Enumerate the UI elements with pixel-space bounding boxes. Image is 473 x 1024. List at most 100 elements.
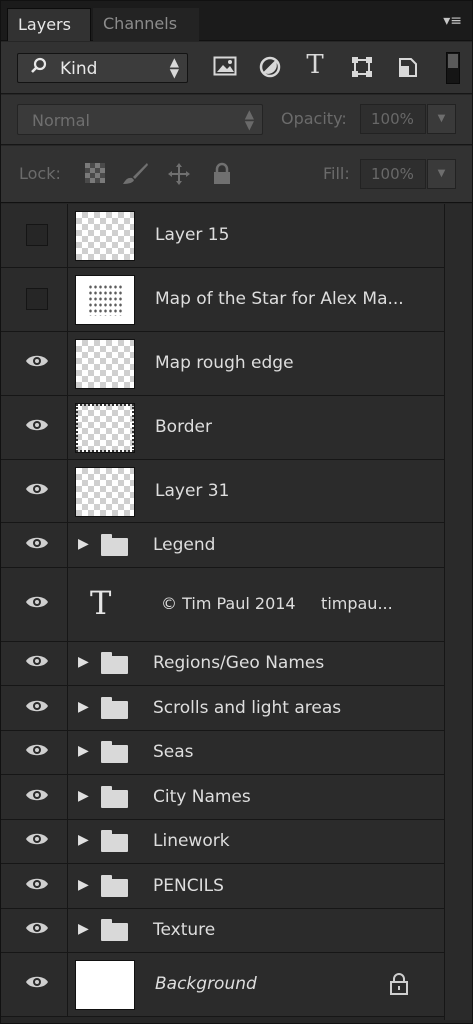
layer-thumbnail xyxy=(75,960,135,1010)
eye-icon xyxy=(25,919,49,941)
search-icon xyxy=(30,57,48,80)
group-name[interactable]: PENCILS xyxy=(153,876,224,896)
layer-name[interactable]: Background xyxy=(155,974,257,994)
layer-thumbnail xyxy=(75,211,135,261)
group-name[interactable]: Regions/Geo Names xyxy=(153,653,324,673)
visibility-toggle[interactable] xyxy=(1,460,68,522)
eye-icon xyxy=(25,534,49,556)
tab-channels[interactable]: Channels xyxy=(93,8,199,41)
expand-arrow-icon[interactable]: ▶ xyxy=(78,743,89,759)
expand-arrow-icon[interactable]: ▶ xyxy=(78,788,89,804)
layer-row[interactable]: Map rough edge xyxy=(1,332,444,396)
layer-name[interactable]: Layer 15 xyxy=(155,225,229,245)
tab-layers[interactable]: Layers xyxy=(7,8,91,41)
visibility-toggle[interactable] xyxy=(1,953,68,1016)
kind-filter-select[interactable]: Kind ▲ ▼ xyxy=(17,53,188,83)
layer-row[interactable]: Map of the Star for Alex Ma... xyxy=(1,268,444,332)
expand-arrow-icon[interactable]: ▶ xyxy=(78,654,89,670)
layer-row[interactable]: ▶ City Names xyxy=(1,775,444,820)
layer-name[interactable]: Map of the Star for Alex Ma... xyxy=(155,289,404,309)
group-name[interactable]: Linework xyxy=(153,831,230,851)
lock-position-move-icon[interactable] xyxy=(167,162,191,191)
lock-icon xyxy=(389,973,409,1000)
layer-row[interactable]: Layer 15 xyxy=(1,204,444,268)
visibility-toggle[interactable] xyxy=(1,568,68,641)
expand-arrow-icon[interactable]: ▶ xyxy=(78,921,89,937)
filter-toggle-switch[interactable] xyxy=(446,52,460,84)
lock-all-icon[interactable] xyxy=(212,162,232,191)
hidden-visibility-box xyxy=(26,224,48,246)
group-name[interactable]: Seas xyxy=(153,742,194,762)
group-name[interactable]: Legend xyxy=(153,535,215,555)
group-name[interactable]: Scrolls and light areas xyxy=(153,698,341,718)
expand-arrow-icon[interactable]: ▶ xyxy=(78,832,89,848)
layer-name[interactable]: Layer 31 xyxy=(155,481,229,501)
group-name[interactable]: Texture xyxy=(153,920,215,940)
layer-row[interactable]: ▶ Legend xyxy=(1,523,444,568)
expand-arrow-icon[interactable]: ▶ xyxy=(78,536,89,552)
fill-dropdown-button[interactable]: ▼ xyxy=(427,159,456,189)
layer-name[interactable]: Map rough edge xyxy=(155,353,294,373)
folder-icon xyxy=(101,741,128,763)
layer-row[interactable]: ▶ Scrolls and light areas xyxy=(1,686,444,731)
expand-arrow-icon[interactable]: ▶ xyxy=(78,699,89,715)
group-name[interactable]: City Names xyxy=(153,787,251,807)
eye-icon xyxy=(25,593,49,615)
visibility-toggle[interactable] xyxy=(1,523,68,567)
visibility-toggle[interactable] xyxy=(1,820,68,863)
visibility-toggle[interactable] xyxy=(1,731,68,774)
visibility-toggle[interactable] xyxy=(1,775,68,819)
layer-name[interactable]: © Tim Paul 2014 timpau... xyxy=(161,594,393,613)
expand-arrow-icon[interactable]: ▶ xyxy=(78,877,89,893)
lock-transparent-pixels-icon[interactable] xyxy=(84,162,106,189)
eye-icon xyxy=(25,830,49,852)
updown-arrow-icon: ▲ ▼ xyxy=(169,55,179,80)
tab-bar: Layers Channels ▾≡ xyxy=(1,1,472,41)
visibility-toggle[interactable] xyxy=(1,332,68,395)
folder-icon xyxy=(101,652,128,674)
eye-icon xyxy=(25,416,49,438)
visibility-toggle[interactable] xyxy=(1,909,68,952)
thumbnail-speckle xyxy=(88,284,122,316)
layer-thumbnail xyxy=(75,466,135,517)
layer-row[interactable]: ▶ Linework xyxy=(1,820,444,864)
visibility-toggle[interactable] xyxy=(1,686,68,730)
layers-scrollbar[interactable] xyxy=(444,204,472,1020)
panel-menu-icon[interactable]: ▾≡ xyxy=(443,13,462,29)
lock-bar: Lock: Fill: 100% ▼ xyxy=(1,146,472,203)
visibility-toggle[interactable] xyxy=(1,396,68,459)
layer-row[interactable]: Border xyxy=(1,396,444,460)
fill-label: Fill: xyxy=(323,164,350,183)
type-filter-icon[interactable]: T xyxy=(302,50,328,80)
visibility-toggle[interactable] xyxy=(1,204,68,267)
shape-filter-icon[interactable] xyxy=(349,55,375,81)
blend-mode-select[interactable]: Normal ▲ ▼ xyxy=(17,104,263,135)
layer-thumbnail xyxy=(75,339,135,389)
layer-thumbnail xyxy=(75,403,135,453)
eye-icon xyxy=(25,352,49,374)
fill-input[interactable]: 100% xyxy=(360,159,426,189)
smart-object-filter-icon[interactable] xyxy=(395,55,421,81)
lock-image-pixels-brush-icon[interactable] xyxy=(121,162,149,191)
layer-row[interactable]: ▶ PENCILS xyxy=(1,864,444,909)
layer-row[interactable]: ▶ Regions/Geo Names xyxy=(1,642,444,686)
visibility-toggle[interactable] xyxy=(1,268,68,331)
visibility-toggle[interactable] xyxy=(1,864,68,908)
adjustment-filter-icon[interactable] xyxy=(257,55,283,81)
layer-row[interactable]: Layer 31 xyxy=(1,460,444,523)
opacity-dropdown-button[interactable]: ▼ xyxy=(427,104,456,134)
opacity-input[interactable]: 100% xyxy=(360,104,426,134)
layer-row[interactable]: T © Tim Paul 2014 timpau... xyxy=(1,568,444,642)
layer-row[interactable]: Background xyxy=(1,953,444,1017)
blend-mode-label: Normal xyxy=(32,111,90,130)
layer-name[interactable]: Border xyxy=(155,417,212,437)
layer-row[interactable]: ▶ Texture xyxy=(1,909,444,953)
folder-icon xyxy=(101,830,128,852)
layer-row[interactable]: ▶ Seas xyxy=(1,731,444,775)
filter-toggle-knob xyxy=(448,54,458,68)
text-layer-icon: T xyxy=(90,584,112,622)
layers-list: Layer 15 Map of the Star for Alex Ma... Ma… xyxy=(1,204,472,1020)
visibility-toggle[interactable] xyxy=(1,642,68,685)
image-filter-icon[interactable] xyxy=(212,55,238,81)
folder-icon xyxy=(101,874,128,897)
